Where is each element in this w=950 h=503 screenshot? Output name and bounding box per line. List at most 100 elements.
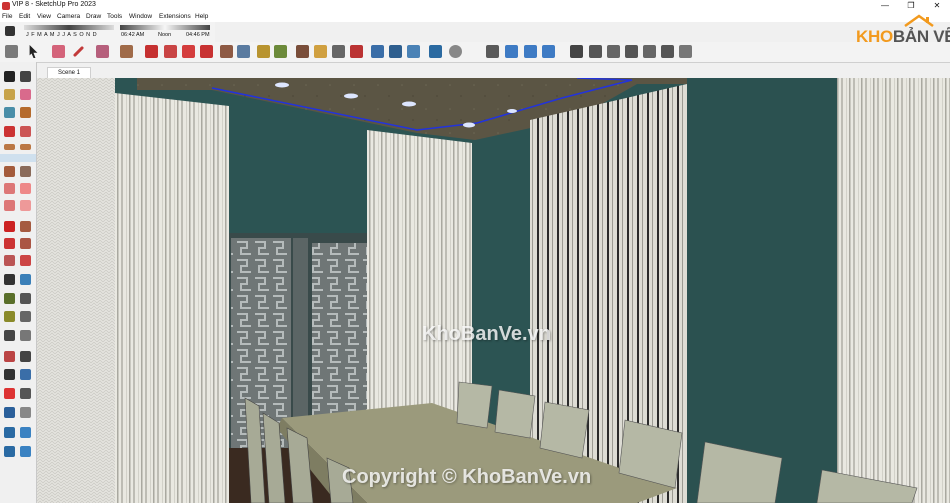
three-point-arc-icon[interactable] bbox=[4, 200, 15, 211]
layout-icon[interactable] bbox=[407, 45, 420, 58]
menu-bar: File Edit View Camera Draw Tools Window … bbox=[0, 12, 950, 22]
3d-warehouse-icon[interactable] bbox=[371, 45, 384, 58]
maximize-button[interactable]: ❐ bbox=[898, 0, 924, 12]
dimension-tool-icon[interactable] bbox=[4, 293, 15, 304]
polygon-tool-icon[interactable] bbox=[20, 166, 31, 177]
zoom-extents-tool-icon[interactable] bbox=[4, 369, 15, 380]
3d-text-tool-icon[interactable] bbox=[20, 311, 31, 322]
eraser-tool-icon[interactable] bbox=[20, 89, 31, 100]
component-tool-icon[interactable] bbox=[4, 107, 15, 118]
menu-file[interactable]: File bbox=[2, 13, 12, 20]
menu-edit[interactable]: Edit bbox=[19, 13, 30, 20]
back-view-icon[interactable] bbox=[643, 45, 656, 58]
paint-tool-icon[interactable] bbox=[4, 89, 15, 100]
window-title: VIP 8 - SketchUp Pro 2023 bbox=[12, 1, 96, 8]
share-model-tool-icon[interactable] bbox=[20, 427, 31, 438]
component-icon[interactable] bbox=[220, 45, 233, 58]
freehand-tool-icon[interactable] bbox=[20, 126, 31, 137]
tape-measure-icon[interactable] bbox=[257, 45, 270, 58]
scale-icon[interactable] bbox=[182, 45, 195, 58]
walk-tool-icon[interactable] bbox=[20, 388, 31, 399]
menu-tools[interactable]: Tools bbox=[107, 13, 122, 20]
two-point-arc-icon[interactable] bbox=[20, 200, 31, 211]
tag-tool-icon[interactable] bbox=[20, 107, 31, 118]
offset-tool-icon[interactable] bbox=[20, 255, 31, 266]
pencil-icon[interactable] bbox=[72, 45, 85, 58]
text-icon[interactable] bbox=[274, 45, 287, 58]
user-account-icon[interactable] bbox=[449, 45, 462, 58]
rectangle-tool-icon[interactable] bbox=[4, 144, 15, 150]
section-fill-icon[interactable] bbox=[542, 45, 555, 58]
rotated-rectangle-tool-icon[interactable] bbox=[20, 144, 31, 150]
zoom-tool-icon[interactable] bbox=[4, 351, 15, 362]
pie-tool-icon[interactable] bbox=[20, 183, 31, 194]
iso-view-icon[interactable] bbox=[570, 45, 583, 58]
pan-icon[interactable] bbox=[314, 45, 327, 58]
display-section-icon[interactable] bbox=[505, 45, 518, 58]
arc-tool-icon[interactable] bbox=[4, 183, 15, 194]
section-plane-tool-icon[interactable] bbox=[20, 407, 31, 418]
watermark-copyright: Copyright © KhoBanVe.vn bbox=[342, 466, 592, 488]
zoom-icon[interactable] bbox=[332, 45, 345, 58]
ext-manager-tool-icon[interactable] bbox=[20, 446, 31, 457]
menu-view[interactable]: View bbox=[37, 13, 51, 20]
text-tool-icon[interactable] bbox=[20, 274, 31, 285]
month-labels: J F M A M J J A S O N D bbox=[26, 32, 98, 38]
left-view-icon[interactable] bbox=[661, 45, 674, 58]
axes-tool-icon[interactable] bbox=[4, 311, 15, 322]
extension-manager-icon[interactable] bbox=[429, 45, 442, 58]
lasso-tool-icon[interactable] bbox=[20, 71, 31, 82]
time-slider[interactable] bbox=[120, 25, 210, 30]
close-button[interactable]: ✕ bbox=[924, 0, 950, 12]
month-slider[interactable] bbox=[24, 25, 114, 30]
previous-view-tool-icon[interactable] bbox=[20, 369, 31, 380]
menu-draw[interactable]: Draw bbox=[86, 13, 101, 20]
zoom-window-tool-icon[interactable] bbox=[20, 351, 31, 362]
section-cuts-icon[interactable] bbox=[524, 45, 537, 58]
zoom-extents-icon[interactable] bbox=[350, 45, 363, 58]
move-tool-icon[interactable] bbox=[4, 221, 15, 232]
warehouse-tool-icon[interactable] bbox=[4, 427, 15, 438]
minimize-button[interactable]: — bbox=[872, 0, 898, 12]
top-view-icon[interactable] bbox=[589, 45, 602, 58]
orbit-tool-icon[interactable] bbox=[4, 330, 15, 341]
eraser-icon[interactable] bbox=[52, 45, 65, 58]
rotate-icon[interactable] bbox=[164, 45, 177, 58]
menu-help[interactable]: Help bbox=[195, 13, 208, 20]
search-icon[interactable] bbox=[5, 45, 18, 58]
menu-camera[interactable]: Camera bbox=[57, 13, 80, 20]
menu-extensions[interactable]: Extensions bbox=[159, 13, 191, 20]
paint-bucket-icon[interactable] bbox=[237, 45, 250, 58]
menu-window[interactable]: Window bbox=[129, 13, 152, 20]
front-view-icon[interactable] bbox=[607, 45, 620, 58]
bottom-view-icon[interactable] bbox=[679, 45, 692, 58]
scene-render bbox=[37, 78, 950, 503]
look-around-tool-icon[interactable] bbox=[4, 407, 15, 418]
move-icon[interactable] bbox=[145, 45, 158, 58]
extension-warehouse-icon[interactable] bbox=[389, 45, 402, 58]
line-tool-icon[interactable] bbox=[4, 126, 15, 137]
rotate-tool-icon[interactable] bbox=[4, 238, 15, 249]
watermark-center: KhoBanVe.vn bbox=[422, 323, 551, 345]
tape-tool-icon[interactable] bbox=[4, 274, 15, 285]
push-pull-tool-icon[interactable] bbox=[20, 221, 31, 232]
ext-warehouse-tool-icon[interactable] bbox=[4, 446, 15, 457]
section-plane-icon[interactable] bbox=[486, 45, 499, 58]
follow-me-tool-icon[interactable] bbox=[20, 238, 31, 249]
shape-icon[interactable] bbox=[96, 45, 109, 58]
push-pull-icon[interactable] bbox=[120, 45, 133, 58]
left-tool-palette bbox=[0, 62, 37, 503]
shadow-toggle-icon[interactable] bbox=[5, 26, 15, 36]
offset-icon[interactable] bbox=[200, 45, 213, 58]
select-arrow-icon[interactable] bbox=[29, 45, 38, 58]
pan-tool-icon[interactable] bbox=[20, 330, 31, 341]
scale-tool-icon[interactable] bbox=[4, 255, 15, 266]
position-camera-tool-icon[interactable] bbox=[4, 388, 15, 399]
3d-viewport[interactable]: KhoBanVe.vn Copyright © KhoBanVe.vn bbox=[37, 78, 950, 503]
select-tool-icon[interactable] bbox=[4, 71, 15, 82]
right-view-icon[interactable] bbox=[625, 45, 638, 58]
title-bar: VIP 8 - SketchUp Pro 2023 — ❐ ✕ bbox=[0, 0, 950, 12]
circle-tool-icon[interactable] bbox=[4, 166, 15, 177]
orbit-icon[interactable] bbox=[296, 45, 309, 58]
protractor-tool-icon[interactable] bbox=[20, 293, 31, 304]
